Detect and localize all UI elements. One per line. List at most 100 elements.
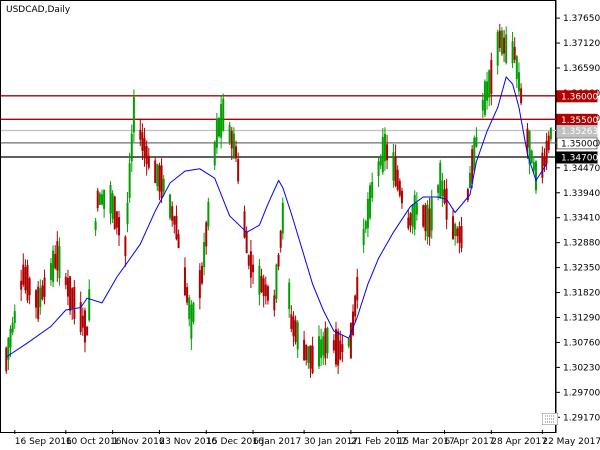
level-label: 1.35500 [561,116,598,126]
candle-body [94,221,97,231]
candle-body [332,340,335,351]
candle-body [98,193,101,206]
candle-body [377,161,380,177]
candle-body [281,202,284,234]
candle-body [428,208,431,238]
candle-body [381,136,384,173]
candle-body [277,254,280,267]
candle-body [279,230,282,248]
candle-body [109,185,112,214]
resize-grip[interactable] [541,410,559,426]
candle-body [86,326,89,336]
candle-body [100,194,103,205]
candle-body [141,132,144,151]
candle-body [383,133,386,162]
candle-body [235,146,238,159]
candle-body [49,263,52,280]
candle-body [158,165,161,192]
price-tick-label: 1.30230 [563,363,600,373]
candle-body [66,277,69,297]
price-tick-label: 1.37120 [563,39,600,49]
candle-body [52,250,55,282]
candle-body [341,344,344,353]
candle-body [143,138,146,159]
candle-body [96,190,99,209]
candle-body [128,163,131,198]
price-tick-label: 1.30760 [563,338,600,348]
candle-body [41,285,44,300]
candle-body [188,297,191,320]
candle-body [132,96,135,133]
candle-body [13,311,16,324]
candle-body [228,124,231,143]
candle-body [205,222,208,247]
candle-body [147,155,150,168]
candle-body [203,241,206,267]
candle-body [366,198,369,228]
candle-body [247,255,250,266]
candle-body [139,129,142,140]
candle-body [186,287,189,303]
candle-body [177,234,180,248]
candle-body [160,165,163,199]
candle-body [217,117,220,137]
candle-body [469,172,472,189]
candle-body [245,231,248,254]
candle-body [424,205,427,232]
price-tick-label: 1.32880 [563,239,600,249]
candle-body [252,264,255,273]
candle-body [415,202,418,215]
candle-body [43,277,46,297]
candle-body [28,278,31,296]
candle-body [530,150,533,164]
candle-body [356,277,359,301]
candle-body [5,347,8,372]
candle-body [258,265,261,295]
candle-body [426,204,429,237]
candle-body [175,216,178,240]
candle-body [124,236,127,257]
candle-body [326,327,329,354]
candle-body [547,135,550,151]
candle-body [39,288,42,308]
candle-body [441,180,444,197]
price-tick-label: 1.34470 [563,164,600,174]
candle-body [237,159,240,182]
candle-body [454,223,457,236]
candle-body [288,282,291,310]
candle-body [481,99,484,111]
candle-body [337,331,340,366]
candle-body [111,193,114,219]
candle-body [58,246,61,279]
price-tick-label: 1.33940 [563,189,600,199]
candle-body [500,30,503,55]
candle-body [322,336,325,356]
date-tick-label: 1 Nov 2016 [113,437,165,447]
candle-body [505,34,508,63]
candle-body [222,98,225,131]
candle-body [352,311,355,336]
candle-body [118,217,121,236]
candle-body [549,127,552,140]
candle-body [249,251,252,278]
candle-body [73,286,76,319]
candle-body [266,286,269,301]
level-label: 1.34700 [561,153,598,163]
candle-body [515,56,518,79]
candle-body [303,339,306,361]
price-tick-label: 1.31820 [563,289,600,299]
chart-window[interactable]: 1.376501.371201.365901.360601.355301.350… [0,0,600,450]
candle-body [473,138,476,171]
candle-body [347,338,350,347]
candle-body [113,196,116,230]
candle-body [443,189,446,203]
candle-body [496,31,499,66]
candle-body [88,289,91,321]
candle-body [126,202,129,225]
usdcad-chart[interactable]: 1.376501.371201.365901.360601.355301.350… [0,0,600,450]
candle-body [145,145,148,164]
candle-body [369,185,372,219]
candle-body [409,213,412,226]
candle-body [290,314,293,330]
candle-body [483,81,486,115]
